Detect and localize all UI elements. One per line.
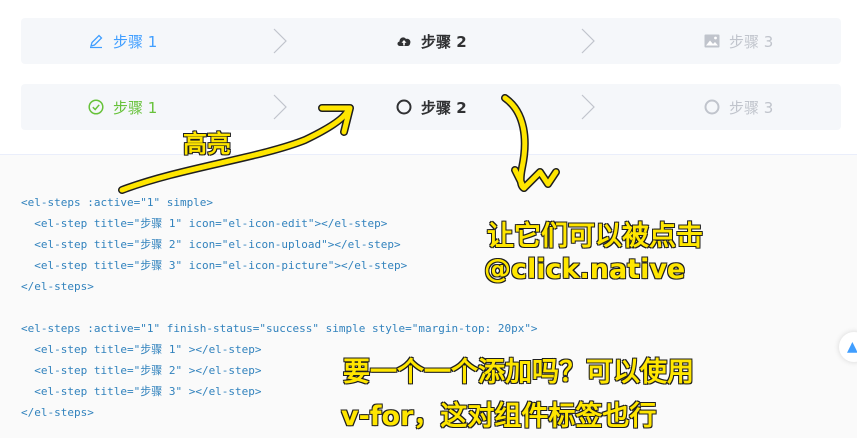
chevron-right-icon bbox=[581, 28, 595, 54]
code-line: </el-steps> bbox=[21, 406, 94, 419]
code-line: <el-step title="步骤 1" ></el-step> bbox=[21, 343, 262, 356]
step-2[interactable]: 步骤 2 bbox=[395, 18, 467, 64]
code-line: <el-step title="步骤 2" ></el-step> bbox=[21, 364, 262, 377]
step-1[interactable]: 步骤 1 bbox=[87, 84, 157, 130]
chevron-right-icon bbox=[273, 94, 287, 120]
step-title: 步骤 3 bbox=[729, 32, 774, 51]
code-line: <el-step title="步骤 1" icon="el-icon-edit… bbox=[21, 217, 388, 230]
steps-simple: 步骤 1 步骤 2 步骤 3 bbox=[21, 18, 841, 64]
upload-icon bbox=[395, 32, 413, 50]
code-line: </el-steps> bbox=[21, 280, 94, 293]
code-line: <el-step title="步骤 3" icon="el-icon-pict… bbox=[21, 259, 408, 272]
picture-icon bbox=[703, 32, 721, 50]
annotation-vfor: v-for，这对组件标签也行 bbox=[340, 401, 657, 433]
code-line: <el-steps :active="1" simple> bbox=[21, 196, 214, 209]
code-line: <el-step title="步骤 3" ></el-step> bbox=[21, 385, 262, 398]
step-title: 步骤 1 bbox=[113, 32, 158, 51]
annotation-question: 要一个一个添加吗？可以使用 bbox=[343, 357, 695, 389]
code-line: <el-step title="步骤 2" icon="el-icon-uplo… bbox=[21, 238, 401, 251]
circle-icon bbox=[703, 98, 721, 116]
step-1[interactable]: 步骤 1 bbox=[87, 18, 157, 64]
edit-icon bbox=[87, 32, 105, 50]
circle-icon bbox=[395, 98, 413, 116]
step-2[interactable]: 步骤 2 bbox=[395, 84, 467, 130]
chevron-right-icon bbox=[581, 94, 595, 120]
caret-up-icon: ▲ bbox=[847, 339, 857, 355]
annotation-click-native: @click.native bbox=[483, 254, 686, 286]
step-3[interactable]: 步骤 3 bbox=[703, 84, 773, 130]
step-title: 步骤 2 bbox=[421, 98, 467, 117]
step-title: 步骤 2 bbox=[421, 32, 467, 51]
chevron-right-icon bbox=[273, 28, 287, 54]
annotation-highlight: 高亮 bbox=[183, 130, 232, 159]
step-title: 步骤 3 bbox=[729, 98, 774, 117]
step-title: 步骤 1 bbox=[113, 98, 158, 117]
annotation-clickable: 让它们可以被点击 bbox=[487, 221, 704, 253]
code-line: <el-steps :active="1" finish-status="suc… bbox=[21, 322, 538, 335]
success-circle-icon bbox=[87, 98, 105, 116]
step-3[interactable]: 步骤 3 bbox=[703, 18, 773, 64]
steps-success: 步骤 1 步骤 2 步骤 3 bbox=[21, 84, 841, 130]
